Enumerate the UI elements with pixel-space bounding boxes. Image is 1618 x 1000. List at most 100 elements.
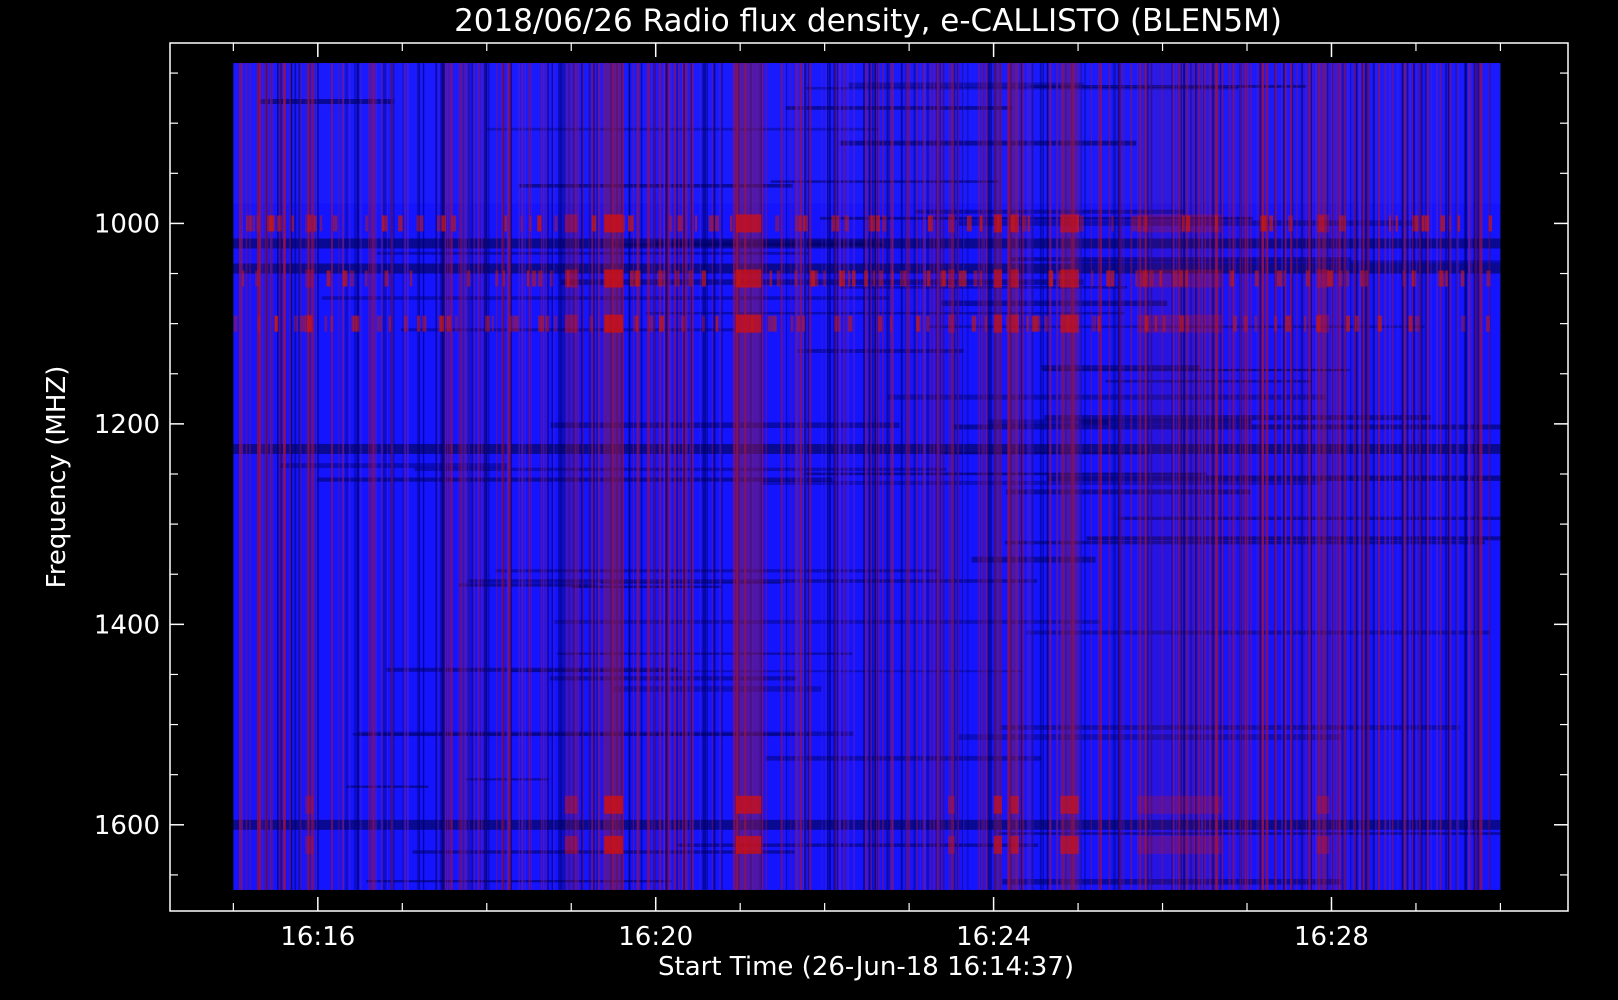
heatmap-noise-line bbox=[463, 63, 466, 890]
heatmap-row-dash bbox=[926, 270, 931, 287]
heatmap-noise-line bbox=[1055, 63, 1058, 890]
heatmap-row-dash bbox=[1062, 270, 1065, 287]
heatmap-row-dash bbox=[446, 315, 451, 332]
heatmap-noise-line bbox=[886, 63, 889, 890]
heatmap-noise-line bbox=[1256, 63, 1258, 890]
heatmap-noise-line bbox=[790, 63, 792, 890]
heatmap-noise-line bbox=[821, 63, 823, 890]
heatmap-row-dash bbox=[863, 270, 869, 287]
chart-title: 2018/06/26 Radio flux density, e-CALLIST… bbox=[454, 3, 1282, 39]
heatmap-noise-line bbox=[1374, 63, 1377, 890]
heatmap-noise-line bbox=[559, 63, 562, 890]
heatmap-noise-line bbox=[1445, 63, 1447, 890]
heatmap-noise-line bbox=[957, 63, 959, 890]
heatmap-row-dash bbox=[775, 215, 780, 232]
heatmap-noise-line bbox=[418, 63, 420, 890]
heatmap-noise-line bbox=[1332, 63, 1335, 890]
heatmap-noise-line bbox=[693, 63, 695, 890]
heatmap-row-dash bbox=[847, 315, 852, 332]
heatmap-noise-line bbox=[530, 63, 533, 890]
heatmap-row-dash bbox=[1330, 270, 1333, 287]
heatmap-row-dash bbox=[1285, 315, 1288, 332]
heatmap-row-dash bbox=[1488, 215, 1493, 232]
heatmap-streak bbox=[941, 451, 1149, 455]
heatmap-row-dash bbox=[1214, 215, 1218, 232]
heatmap-row-dash bbox=[1457, 215, 1461, 232]
heatmap-row-dash bbox=[836, 215, 840, 232]
heatmap-row-dash bbox=[1411, 215, 1415, 232]
heatmap-row-dash bbox=[1269, 215, 1274, 232]
heatmap-row-dash bbox=[984, 315, 988, 332]
heatmap-row-dash bbox=[928, 215, 933, 232]
heatmap-row-dash bbox=[971, 315, 974, 332]
heatmap-row-dash bbox=[1111, 215, 1114, 232]
heatmap-layer bbox=[233, 63, 1501, 890]
heatmap-row-dash bbox=[291, 215, 294, 232]
heatmap-row-dash bbox=[848, 270, 851, 287]
heatmap-row-dash bbox=[687, 270, 693, 287]
heatmap-noise-line bbox=[1031, 63, 1034, 890]
heatmap-row-dash bbox=[834, 315, 837, 332]
heatmap-noise-line bbox=[1265, 63, 1268, 890]
heatmap-noise-line bbox=[1413, 63, 1415, 890]
heatmap-noise-line bbox=[542, 63, 545, 890]
heatmap-noise-line bbox=[916, 63, 918, 890]
heatmap-noise-line bbox=[940, 63, 943, 890]
heatmap-row-dash bbox=[882, 215, 887, 232]
heatmap-noise-line bbox=[501, 63, 504, 890]
heatmap-noise-line bbox=[913, 63, 916, 890]
heatmap-noise-line bbox=[681, 63, 684, 890]
heatmap-row-dash bbox=[485, 315, 490, 332]
heatmap-noise-line bbox=[1300, 63, 1303, 890]
heatmap-row-dash bbox=[1414, 215, 1419, 232]
heatmap-row-dash bbox=[1421, 215, 1425, 232]
heatmap-noise-line bbox=[1430, 63, 1433, 890]
heatmap-row-dash bbox=[491, 315, 494, 332]
heatmap-row-dash bbox=[649, 315, 654, 332]
heatmap-noise-line bbox=[1352, 63, 1354, 890]
heatmap-burst-spot bbox=[993, 314, 1003, 333]
heatmap-noise-line bbox=[317, 63, 319, 890]
heatmap-burst-spot bbox=[1316, 795, 1330, 814]
heatmap-row-dash bbox=[605, 315, 610, 332]
heatmap-noise-line bbox=[923, 63, 926, 890]
heatmap-row-dash bbox=[631, 215, 634, 232]
heatmap-row-dash bbox=[537, 315, 542, 332]
heatmap-row-dash bbox=[804, 215, 808, 232]
heatmap-row-dash bbox=[589, 315, 594, 332]
heatmap-noise-line bbox=[1359, 63, 1361, 890]
heatmap-noise-line bbox=[368, 63, 370, 890]
heatmap-burst-spot bbox=[735, 795, 762, 814]
heatmap-noise-line bbox=[673, 63, 677, 890]
heatmap-row-dash bbox=[466, 270, 471, 287]
heatmap-noise-line bbox=[863, 63, 865, 890]
heatmap-row-dash bbox=[1388, 215, 1392, 232]
heatmap-row-dash bbox=[708, 215, 714, 232]
heatmap-row-dash bbox=[1144, 315, 1149, 332]
heatmap-noise-line bbox=[1233, 63, 1235, 890]
heatmap-noise-line bbox=[245, 63, 248, 890]
heatmap-noise-line bbox=[701, 63, 705, 890]
heatmap-row-dash bbox=[1232, 315, 1238, 332]
heatmap-noise-line bbox=[632, 63, 635, 890]
heatmap-burst-spot bbox=[947, 314, 955, 333]
heatmap-noise-line bbox=[1114, 63, 1116, 890]
heatmap-row-dash bbox=[388, 315, 392, 332]
heatmap-row-dash bbox=[767, 315, 773, 332]
heatmap-row-dash bbox=[872, 270, 876, 287]
heatmap-burst-spot bbox=[1316, 835, 1330, 854]
heatmap-noise-line bbox=[1372, 63, 1376, 890]
heatmap-noise-line bbox=[1049, 63, 1052, 890]
heatmap-noise-line bbox=[440, 63, 443, 890]
heatmap-noise-line bbox=[828, 63, 831, 890]
heatmap-noise-line bbox=[1309, 63, 1311, 890]
heatmap-noise-line bbox=[1341, 63, 1345, 890]
heatmap-noise-line bbox=[1084, 63, 1086, 890]
heatmap-burst-band bbox=[564, 63, 578, 890]
heatmap-row-dash bbox=[942, 270, 947, 287]
heatmap-row-dash bbox=[454, 315, 458, 332]
x-tick-label: 16:16 bbox=[280, 922, 355, 952]
heatmap-row-dash bbox=[1345, 270, 1350, 287]
heatmap-noise-line bbox=[1244, 63, 1246, 890]
heatmap-row-dash bbox=[1135, 270, 1138, 287]
